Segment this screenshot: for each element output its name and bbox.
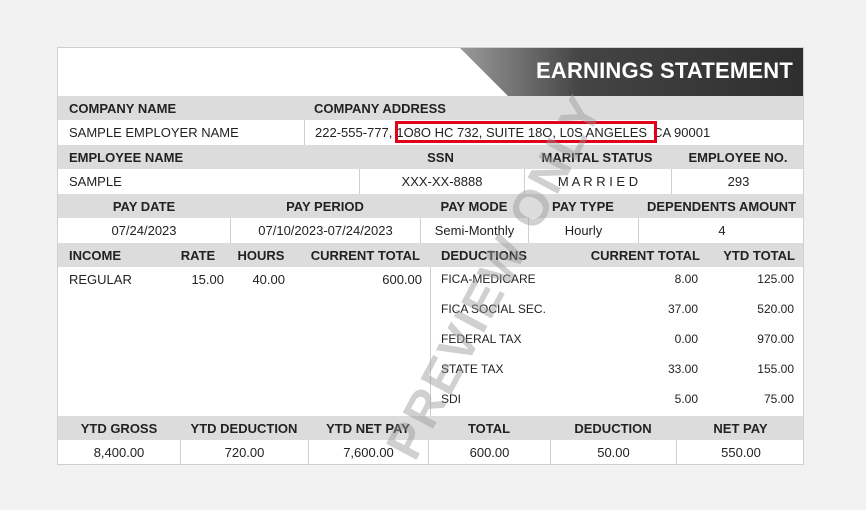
document-title: EARNINGS STATEMENT — [535, 58, 793, 83]
deduction-ytd: 75.00 — [763, 392, 794, 406]
pay-value-row: 07/24/2023 07/10/2023-07/24/2023 Semi-Mo… — [58, 218, 803, 243]
deduction-current: 33.00 — [667, 362, 698, 376]
deduction-row: STATE TAX 33.00 155.00 — [430, 361, 803, 377]
income-current-total: 600.00 — [382, 271, 422, 287]
deduction-label: DEDUCTION — [574, 420, 652, 436]
deduction-ytd: 520.00 — [757, 302, 794, 316]
deduction-row: SDI 5.00 75.00 — [430, 391, 803, 407]
dependents-value: 4 — [638, 218, 803, 243]
company-name-value: SAMPLE EMPLOYER NAME — [69, 125, 239, 140]
ytd-net-pay-label: YTD NET PAY — [326, 420, 410, 436]
summary-header-row: YTD GROSS YTD DEDUCTION YTD NET PAY TOTA… — [58, 416, 803, 440]
ssn-label: SSN — [427, 149, 454, 165]
deduction-name: FICA-MEDICARE — [441, 272, 536, 286]
deductions-label: DEDUCTIONS — [441, 247, 527, 263]
rate-label: RATE — [180, 247, 216, 263]
income-deductions-header-row: INCOME RATE HOURS CURRENT TOTAL DEDUCTIO… — [58, 243, 803, 267]
total-label: TOTAL — [467, 420, 511, 436]
ytd-deduction-label: YTD DEDUCTION — [190, 420, 298, 436]
deduction-ytd: 125.00 — [757, 272, 794, 286]
deduction-value: 50.00 — [550, 440, 676, 464]
deduction-name: FICA SOCIAL SEC. — [441, 302, 546, 316]
dependents-label: DEPENDENTS AMOUNT — [646, 198, 797, 214]
income-name: REGULAR — [69, 271, 132, 287]
deduction-name: FEDERAL TAX — [441, 332, 522, 346]
income-rate: 15.00 — [191, 271, 224, 287]
employee-name-label: EMPLOYEE NAME — [69, 149, 184, 165]
employee-header-row: EMPLOYEE NAME SSN MARITAL STATUS EMPLOYE… — [58, 145, 803, 169]
hours-label: HOURS — [237, 247, 285, 263]
income-row: REGULAR 15.00 40.00 600.00 — [58, 271, 430, 287]
employee-value-row: SAMPLE XXX-XX-8888 M A R R I E D 293 — [58, 169, 803, 194]
company-header-row: COMPANY NAME COMPANY ADDRESS — [58, 96, 803, 120]
ytd-gross-label: YTD GROSS — [80, 420, 158, 436]
deductions-ytd-total-label: YTD TOTAL — [723, 247, 795, 263]
deduction-name: SDI — [441, 392, 462, 406]
marital-status-value: M A R R I E D — [524, 169, 671, 194]
deduction-ytd: 970.00 — [757, 332, 794, 346]
net-pay-label: NET PAY — [713, 420, 768, 436]
pay-type-label: PAY TYPE — [552, 198, 614, 214]
deduction-current: 5.00 — [674, 392, 698, 406]
deduction-ytd: 155.00 — [757, 362, 794, 376]
income-body: REGULAR 15.00 40.00 600.00 FICA-MEDICARE… — [58, 268, 803, 416]
deductions-current-total-label: CURRENT TOTAL — [590, 247, 700, 263]
income-label: INCOME — [69, 247, 121, 263]
company-name-label: COMPANY NAME — [69, 100, 177, 116]
earnings-statement: EARNINGS STATEMENT COMPANY NAME COMPANY … — [57, 47, 804, 465]
summary-value-row: 8,400.00 720.00 7,600.00 600.00 50.00 55… — [58, 440, 803, 464]
ytd-gross-value: 8,400.00 — [93, 445, 145, 460]
employee-name-value: SAMPLE — [69, 174, 122, 189]
pay-mode-label: PAY MODE — [440, 198, 508, 214]
income-hours: 40.00 — [252, 271, 285, 287]
income-current-total-label: CURRENT TOTAL — [310, 247, 420, 263]
net-pay-value: 550.00 — [676, 440, 803, 464]
pay-date-value: 07/24/2023 — [111, 223, 177, 238]
deduction-row: FICA-MEDICARE 8.00 125.00 — [430, 271, 803, 287]
ytd-deduction-value: 720.00 — [180, 440, 308, 464]
highlight-box — [395, 121, 657, 143]
deduction-name: STATE TAX — [441, 362, 504, 376]
deduction-current: 0.00 — [674, 332, 698, 346]
company-state-zip: CA 90001 — [653, 125, 711, 140]
deduction-row: FEDERAL TAX 0.00 970.00 — [430, 331, 803, 347]
pay-period-value: 07/10/2023-07/24/2023 — [230, 218, 420, 243]
pay-type-value: Hourly — [528, 218, 638, 243]
pay-period-label: PAY PERIOD — [286, 198, 364, 214]
employee-no-label: EMPLOYEE NO. — [688, 149, 788, 165]
ssn-value: XXX-XX-8888 — [359, 169, 524, 194]
pay-header-row: PAY DATE PAY PERIOD PAY MODE PAY TYPE DE… — [58, 194, 803, 218]
deduction-row: FICA SOCIAL SEC. 37.00 520.00 — [430, 301, 803, 317]
ytd-net-pay-value: 7,600.00 — [308, 440, 428, 464]
marital-status-label: MARITAL STATUS — [541, 149, 653, 165]
company-address-label: COMPANY ADDRESS — [314, 100, 446, 116]
total-value: 600.00 — [428, 440, 550, 464]
deduction-current: 8.00 — [674, 272, 698, 286]
company-phone: 222-555-777, — [315, 125, 393, 140]
deduction-current: 37.00 — [667, 302, 698, 316]
employee-no-value: 293 — [671, 169, 803, 194]
pay-mode-value: Semi-Monthly — [420, 218, 528, 243]
pay-date-label: PAY DATE — [112, 198, 176, 214]
